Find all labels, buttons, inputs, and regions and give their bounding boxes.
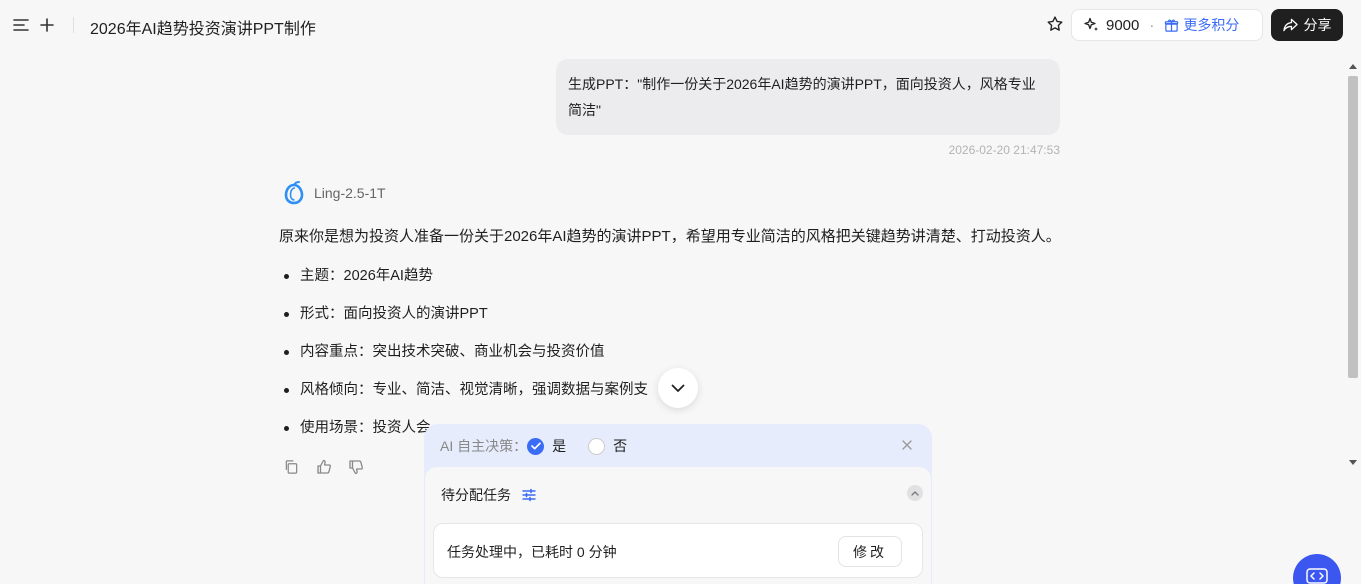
- list-item: 风格倾向：专业、简洁、视觉清晰，强调数据与案例支: [283, 379, 648, 417]
- thumbs-down-icon[interactable]: [348, 459, 365, 476]
- menu-icon[interactable]: [10, 14, 32, 36]
- star-icon[interactable]: [1044, 13, 1066, 35]
- points-separator: ·: [1149, 16, 1155, 34]
- close-icon[interactable]: [900, 438, 914, 452]
- points-count: 9000: [1106, 16, 1140, 34]
- task-header: 待分配任务: [441, 485, 537, 505]
- share-button[interactable]: 分享: [1271, 9, 1343, 41]
- model-name: Ling-2.5-1T: [314, 185, 386, 201]
- message-timestamp: 2026-02-20 21:47:53: [948, 143, 1060, 157]
- gift-icon: [1164, 18, 1179, 33]
- model-logo-icon: [284, 181, 304, 205]
- chevron-down-icon: [671, 384, 685, 392]
- scroll-up-arrow-icon[interactable]: [1349, 64, 1357, 69]
- message-actions: [284, 459, 365, 476]
- share-label: 分享: [1303, 17, 1332, 33]
- edit-button[interactable]: 修改: [838, 536, 902, 567]
- task-status-text: 任务处理中，已耗时 0 分钟: [447, 544, 617, 560]
- code-icon: [1306, 568, 1328, 584]
- radio-no-label[interactable]: 否: [613, 436, 627, 456]
- copy-icon[interactable]: [284, 459, 301, 476]
- points-pill[interactable]: 9000 · 更多积分: [1071, 9, 1263, 41]
- radio-no[interactable]: [588, 437, 606, 455]
- thumbs-up-icon[interactable]: [316, 459, 333, 476]
- scrollbar-thumb[interactable]: [1348, 76, 1358, 378]
- radio-yes-label[interactable]: 是: [552, 436, 566, 456]
- list-item: 主题：2026年AI趋势: [283, 265, 648, 303]
- settings-sliders-icon[interactable]: [521, 487, 537, 503]
- ai-decision-row: AI 自主决策： 是 否: [440, 436, 649, 456]
- ai-decision-label: AI 自主决策：: [440, 438, 528, 454]
- list-item: 内容重点：突出技术突破、商业机会与投资价值: [283, 341, 648, 379]
- share-icon: [1282, 18, 1298, 32]
- assistant-intro: 原来你是想为投资人准备一份关于2026年AI趋势的演讲PPT，希望用专业简洁的风…: [279, 228, 1061, 245]
- model-header: Ling-2.5-1T: [284, 181, 386, 205]
- scrollbar[interactable]: [1345, 60, 1361, 470]
- chevron-up-icon[interactable]: [907, 485, 923, 501]
- sparkle-icon: [1084, 17, 1100, 33]
- conversation-title: 2026年AI趋势投资演讲PPT制作: [90, 21, 316, 38]
- more-points-link[interactable]: 更多积分: [1183, 15, 1239, 35]
- header-divider: [73, 17, 74, 33]
- user-message-bubble: 生成PPT："制作一份关于2026年AI趋势的演讲PPT，面向投资人，风格专业简…: [556, 59, 1060, 135]
- scroll-down-arrow-icon[interactable]: [1349, 460, 1357, 465]
- task-status-card: 任务处理中，已耗时 0 分钟 修改: [433, 523, 923, 578]
- list-item: 形式：面向投资人的演讲PPT: [283, 303, 648, 341]
- new-chat-icon[interactable]: [36, 14, 58, 36]
- task-panel-body: 待分配任务 任务处理中，已耗时 0 分钟 修改: [425, 467, 931, 584]
- task-title: 待分配任务: [441, 487, 511, 503]
- check-icon: [530, 442, 541, 450]
- top-bar: 2026年AI趋势投资演讲PPT制作 9000 · 更多积分 分享: [0, 0, 1361, 50]
- scroll-to-bottom-button[interactable]: [658, 368, 698, 408]
- task-panel: AI 自主决策： 是 否 待分配任务 任务处理中，已耗时 0 分钟 修改: [424, 424, 932, 584]
- floating-code-button[interactable]: [1293, 554, 1341, 584]
- radio-yes[interactable]: [527, 437, 545, 455]
